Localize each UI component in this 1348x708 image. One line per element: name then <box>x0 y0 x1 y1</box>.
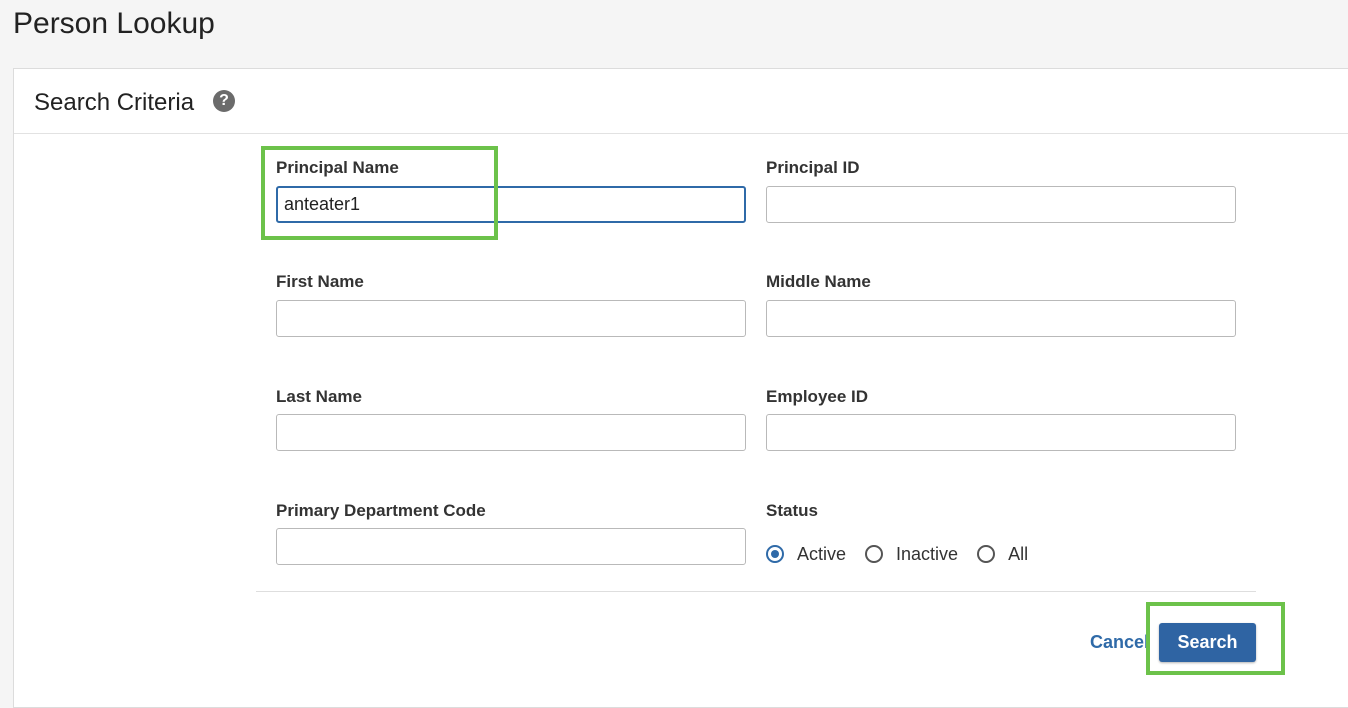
status-option-label: Inactive <box>896 543 959 564</box>
primary-department-code-input[interactable] <box>276 528 746 565</box>
middle-name-label: Middle Name <box>766 272 871 291</box>
status-radio-group: Active Inactive All <box>766 539 1047 569</box>
first-name-input[interactable] <box>276 300 746 337</box>
employee-id-input[interactable] <box>766 414 1236 451</box>
employee-id-label: Employee ID <box>766 387 869 406</box>
search-button[interactable]: Search <box>1159 623 1256 662</box>
status-option-inactive[interactable]: Inactive <box>865 544 958 565</box>
principal-name-input[interactable] <box>276 186 746 223</box>
radio-active[interactable] <box>766 545 784 563</box>
status-label: Status <box>766 501 818 520</box>
middle-name-input[interactable] <box>766 300 1236 337</box>
radio-all[interactable] <box>977 545 996 563</box>
status-option-active[interactable]: Active <box>766 544 846 565</box>
status-option-label: All <box>1008 543 1029 564</box>
panel-title: Search Criteria <box>34 89 195 116</box>
primary-department-code-label: Primary Department Code <box>276 501 486 520</box>
first-name-label: First Name <box>276 272 364 291</box>
last-name-label: Last Name <box>276 387 362 406</box>
panel-header: Search Criteria ? <box>14 69 1348 134</box>
page-title: Person Lookup <box>13 7 215 40</box>
status-option-label: Active <box>797 543 847 564</box>
radio-inactive[interactable] <box>865 545 884 563</box>
help-icon[interactable]: ? <box>213 90 235 112</box>
cancel-link[interactable]: Cancel <box>1090 632 1149 653</box>
principal-id-label: Principal ID <box>766 158 860 177</box>
search-criteria-panel: Search Criteria ? Principal Name Princip… <box>13 68 1348 708</box>
principal-id-input[interactable] <box>766 186 1236 223</box>
actions-divider <box>256 591 1256 592</box>
principal-name-label: Principal Name <box>276 158 399 177</box>
last-name-input[interactable] <box>276 414 746 451</box>
status-option-all[interactable]: All <box>977 544 1028 565</box>
